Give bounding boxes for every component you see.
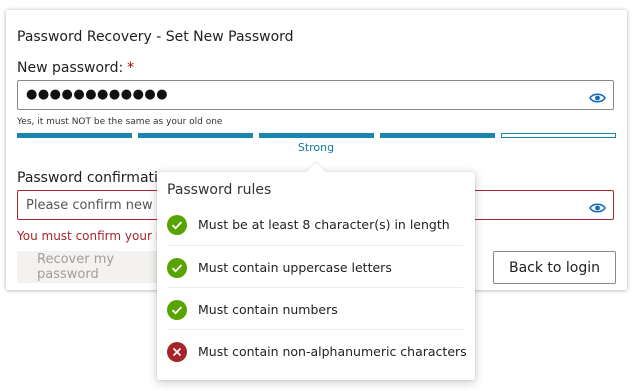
rule-text: Must contain uppercase letters	[198, 260, 392, 275]
popup-title: Password rules	[167, 182, 272, 198]
check-circle-icon	[167, 258, 187, 278]
page-title: Password Recovery - Set New Password	[17, 29, 294, 45]
rule-text: Must contain non-alphanumeric characters	[198, 344, 467, 359]
new-password-input[interactable]: ●●●●●●●●●●●●	[17, 80, 614, 110]
strength-segment	[380, 133, 495, 138]
password-rules-popup: Password rules Must be at least 8 charac…	[157, 162, 475, 380]
rule-text: Must be at least 8 character(s) in lengt…	[198, 217, 450, 232]
check-circle-icon	[167, 215, 187, 235]
show-password-eye-icon[interactable]	[589, 89, 606, 103]
strength-segment	[501, 133, 616, 138]
check-circle-icon	[167, 300, 187, 320]
show-confirm-eye-icon[interactable]	[589, 199, 606, 213]
recover-password-button[interactable]: Recover my password	[17, 251, 177, 283]
confirm-password-label: Password confirmation	[17, 170, 176, 186]
rule-item: Must be at least 8 character(s) in lengt…	[167, 203, 463, 245]
rule-item: Must contain non-alphanumeric characters	[167, 329, 467, 372]
new-password-value: ●●●●●●●●●●●●	[26, 87, 169, 102]
strength-segment	[17, 133, 132, 138]
rule-item: Must contain numbers	[167, 287, 463, 330]
strength-segment	[138, 133, 253, 138]
x-circle-icon	[167, 342, 187, 362]
password-hint: Yes, it must NOT be the same as your old…	[17, 117, 223, 127]
strength-value: Strong	[297, 141, 335, 154]
new-password-label-text: New password:	[17, 60, 124, 76]
new-password-label: New password: *	[17, 60, 134, 76]
rule-text: Must contain numbers	[198, 302, 338, 317]
rule-item: Must contain uppercase letters	[167, 245, 463, 288]
back-to-login-button[interactable]: Back to login	[493, 251, 616, 284]
strength-segment	[259, 133, 374, 138]
required-marker: *	[127, 60, 135, 76]
